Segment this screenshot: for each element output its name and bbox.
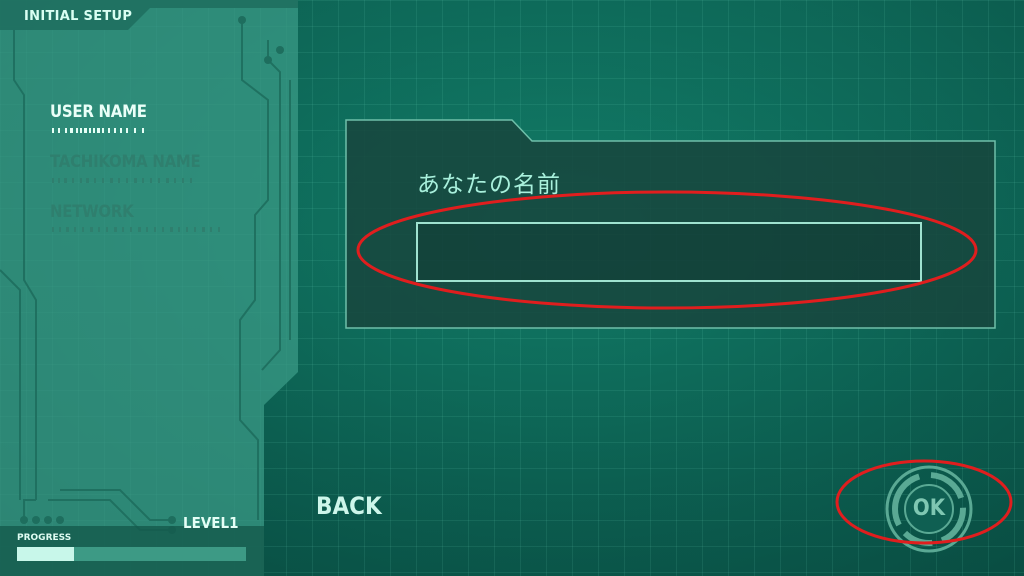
ok-button-label: OK bbox=[912, 496, 946, 521]
sidebar-panel-shape bbox=[0, 0, 298, 576]
sidebar-item-network[interactable]: NETWORK bbox=[50, 202, 134, 222]
sidebar-title: INITIAL SETUP bbox=[24, 8, 133, 25]
progress-bar bbox=[17, 547, 246, 561]
sidebar-item-tachikoma-name[interactable]: TACHIKOMA NAME bbox=[50, 152, 201, 172]
name-input[interactable] bbox=[416, 222, 922, 282]
barcode-decoration bbox=[52, 227, 220, 232]
back-button[interactable]: BACK bbox=[316, 492, 382, 520]
barcode-decoration bbox=[52, 178, 192, 183]
progress-bar-fill bbox=[17, 547, 75, 561]
name-prompt: あなたの名前 bbox=[417, 172, 561, 198]
level-indicator: LEVEL1 bbox=[183, 514, 239, 532]
setup-sidebar: INITIAL SETUP USER NAME TACHIKOMA NAME N… bbox=[0, 0, 300, 576]
sidebar-item-user-name[interactable]: USER NAME bbox=[50, 102, 147, 122]
ok-button[interactable]: OK bbox=[885, 465, 973, 553]
progress-label: PROGRESS bbox=[17, 533, 72, 543]
barcode-decoration bbox=[52, 128, 144, 133]
